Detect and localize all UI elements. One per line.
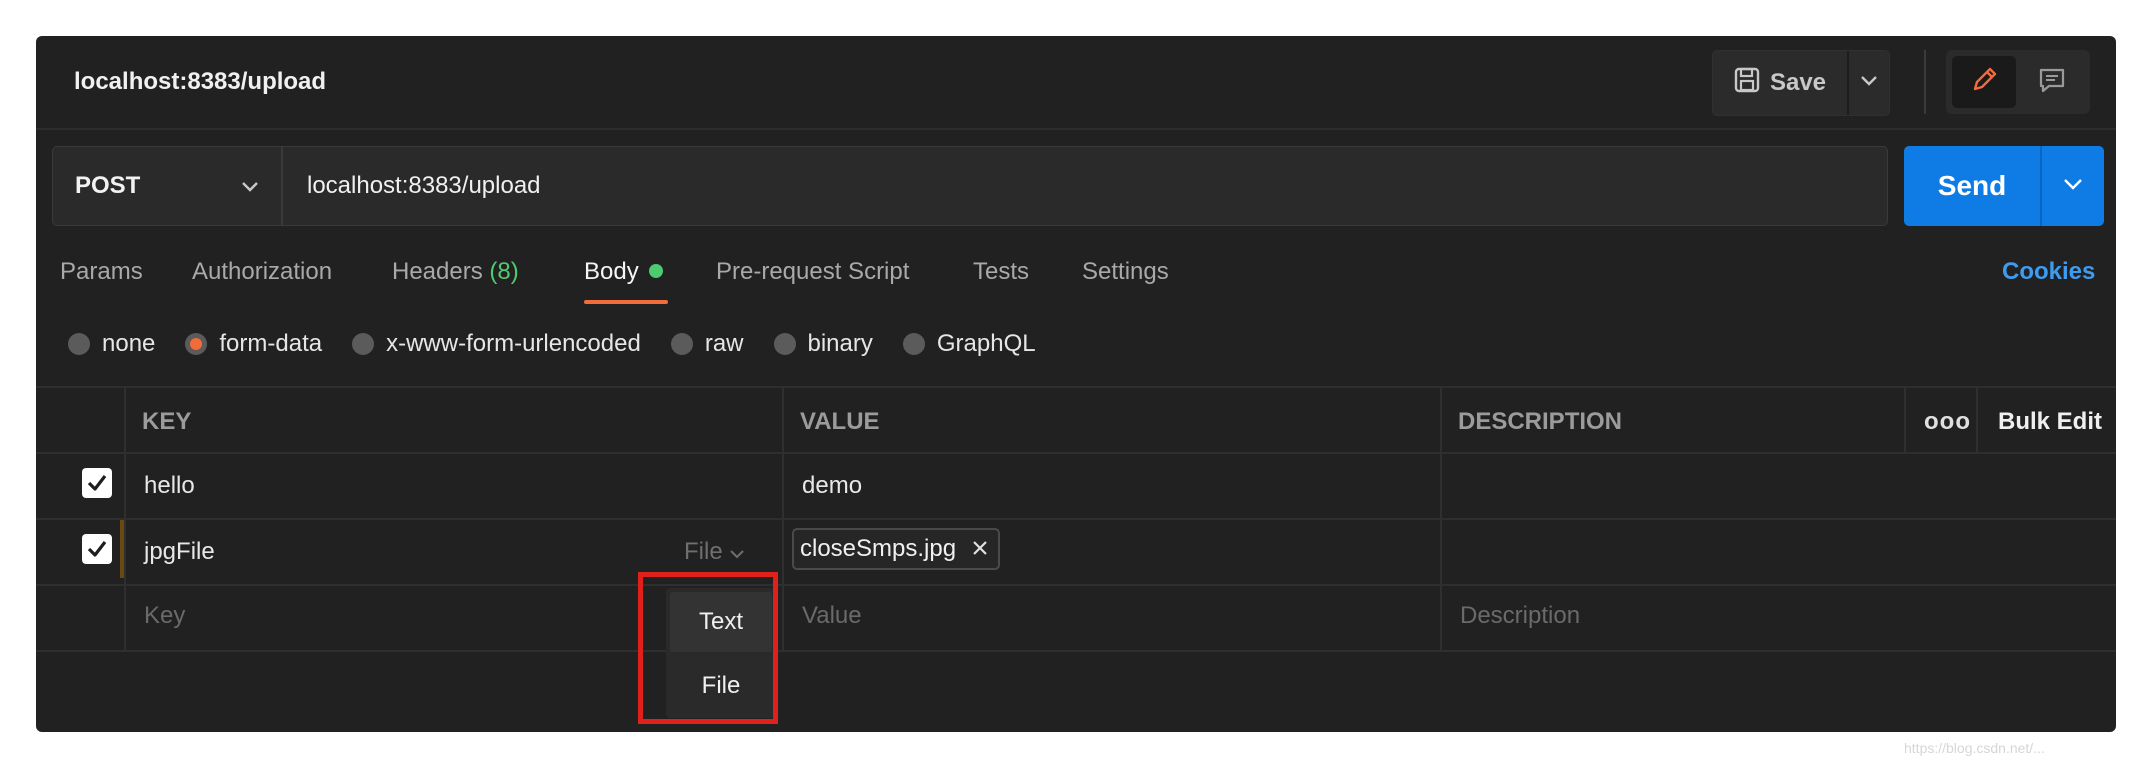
check-icon	[87, 475, 107, 491]
chevron-down-icon	[1860, 74, 1878, 92]
save-options-button[interactable]	[1849, 51, 1889, 115]
chevron-down-icon	[2063, 177, 2083, 195]
column-header-key: KEY	[142, 408, 192, 435]
radio-indicator	[902, 333, 925, 355]
key-input[interactable]: Key	[144, 602, 185, 630]
tab-headers[interactable]: Headers (8)	[392, 258, 519, 286]
cookies-link[interactable]: Cookies	[2002, 258, 2095, 286]
comment-icon	[2037, 65, 2067, 100]
row-key[interactable]: hello	[144, 472, 195, 500]
body-status-dot	[648, 263, 663, 278]
divider	[1440, 386, 1442, 650]
radio-label: none	[102, 330, 156, 357]
radio-form-data[interactable]: form-data	[185, 330, 322, 358]
radio-indicator	[773, 333, 796, 355]
send-group: Send	[1904, 146, 2104, 226]
radio-indicator	[352, 333, 375, 355]
request-window: localhost:8383/upload Save POST localhos…	[36, 36, 2116, 732]
radio-indicator-selected	[185, 333, 208, 355]
divider	[36, 650, 2116, 652]
row-marker	[120, 520, 124, 578]
divider	[36, 584, 2116, 586]
chevron-down-icon	[241, 172, 259, 200]
radio-indicator	[68, 333, 90, 355]
more-options-button[interactable]: ooo	[1924, 408, 1971, 436]
request-url-bar: POST localhost:8383/upload	[52, 146, 1888, 226]
row-checkbox[interactable]	[82, 534, 112, 564]
request-title[interactable]: localhost:8383/upload	[74, 68, 326, 96]
tab-pre-request-script[interactable]: Pre-request Script	[716, 258, 909, 286]
method-select[interactable]: POST	[53, 147, 283, 225]
divider	[782, 386, 784, 650]
divider	[1904, 386, 1906, 452]
radio-label: binary	[807, 330, 873, 357]
radio-none[interactable]: none	[68, 330, 155, 358]
radio-binary[interactable]: binary	[773, 330, 873, 358]
close-icon[interactable]	[972, 535, 988, 563]
divider	[36, 452, 2116, 454]
tab-body-label: Body	[584, 258, 639, 285]
pencil-icon	[1969, 65, 1999, 100]
description-input[interactable]: Description	[1460, 602, 1580, 630]
file-chip: closeSmps.jpg	[792, 528, 1001, 570]
radio-raw[interactable]: raw	[670, 330, 744, 358]
view-mode-toggle	[1946, 50, 2090, 114]
value-input[interactable]: Value	[802, 602, 862, 630]
radio-label: form-data	[219, 330, 323, 357]
radio-x-www-form-urlencoded[interactable]: x-www-form-urlencoded	[352, 330, 641, 358]
tab-authorization[interactable]: Authorization	[192, 258, 332, 286]
divider	[124, 386, 126, 650]
check-icon	[87, 541, 107, 557]
divider	[1976, 386, 1978, 452]
key-type-label: File	[684, 538, 723, 565]
divider	[1924, 50, 1926, 114]
radio-indicator	[670, 333, 693, 355]
bulk-edit-button[interactable]: Bulk Edit	[1998, 408, 2102, 436]
divider	[36, 518, 2116, 520]
chevron-down-icon	[729, 538, 745, 566]
radio-label: raw	[704, 330, 744, 357]
send-options-button[interactable]	[2042, 146, 2104, 226]
active-tab-indicator	[584, 300, 668, 304]
row-value[interactable]: demo	[802, 472, 862, 500]
annotation-highlight-box	[638, 572, 778, 724]
save-icon	[1734, 67, 1760, 100]
send-button[interactable]: Send	[1904, 146, 2040, 226]
edit-mode-button[interactable]	[1952, 56, 2016, 108]
divider	[36, 128, 2116, 130]
tab-body[interactable]: Body	[584, 258, 663, 286]
watermark: https://blog.csdn.net/...	[1904, 740, 2045, 756]
row-checkbox[interactable]	[82, 468, 112, 498]
save-label: Save	[1769, 69, 1827, 96]
headers-count: (8)	[489, 258, 519, 285]
file-name: closeSmps.jpg	[800, 535, 957, 562]
row-key[interactable]: jpgFile	[144, 538, 215, 566]
radio-graphql[interactable]: GraphQL	[902, 330, 1036, 358]
body-mode-radios: none form-data x-www-form-urlencoded raw…	[68, 330, 1066, 358]
divider	[36, 386, 2116, 388]
url-input[interactable]: localhost:8383/upload	[285, 147, 1885, 225]
key-type-select[interactable]: File	[684, 538, 745, 566]
tab-headers-label: Headers	[392, 258, 483, 285]
column-header-value: VALUE	[800, 408, 880, 435]
method-label: POST	[75, 172, 141, 199]
save-group: Save	[1712, 50, 1890, 116]
comments-button[interactable]	[2020, 56, 2084, 108]
tab-settings[interactable]: Settings	[1082, 258, 1169, 286]
save-button[interactable]: Save	[1713, 51, 1847, 115]
tab-tests[interactable]: Tests	[973, 258, 1029, 286]
tab-params[interactable]: Params	[60, 258, 143, 286]
radio-label: GraphQL	[936, 330, 1036, 357]
radio-label: x-www-form-urlencoded	[386, 330, 641, 357]
column-header-description: DESCRIPTION	[1458, 408, 1623, 435]
